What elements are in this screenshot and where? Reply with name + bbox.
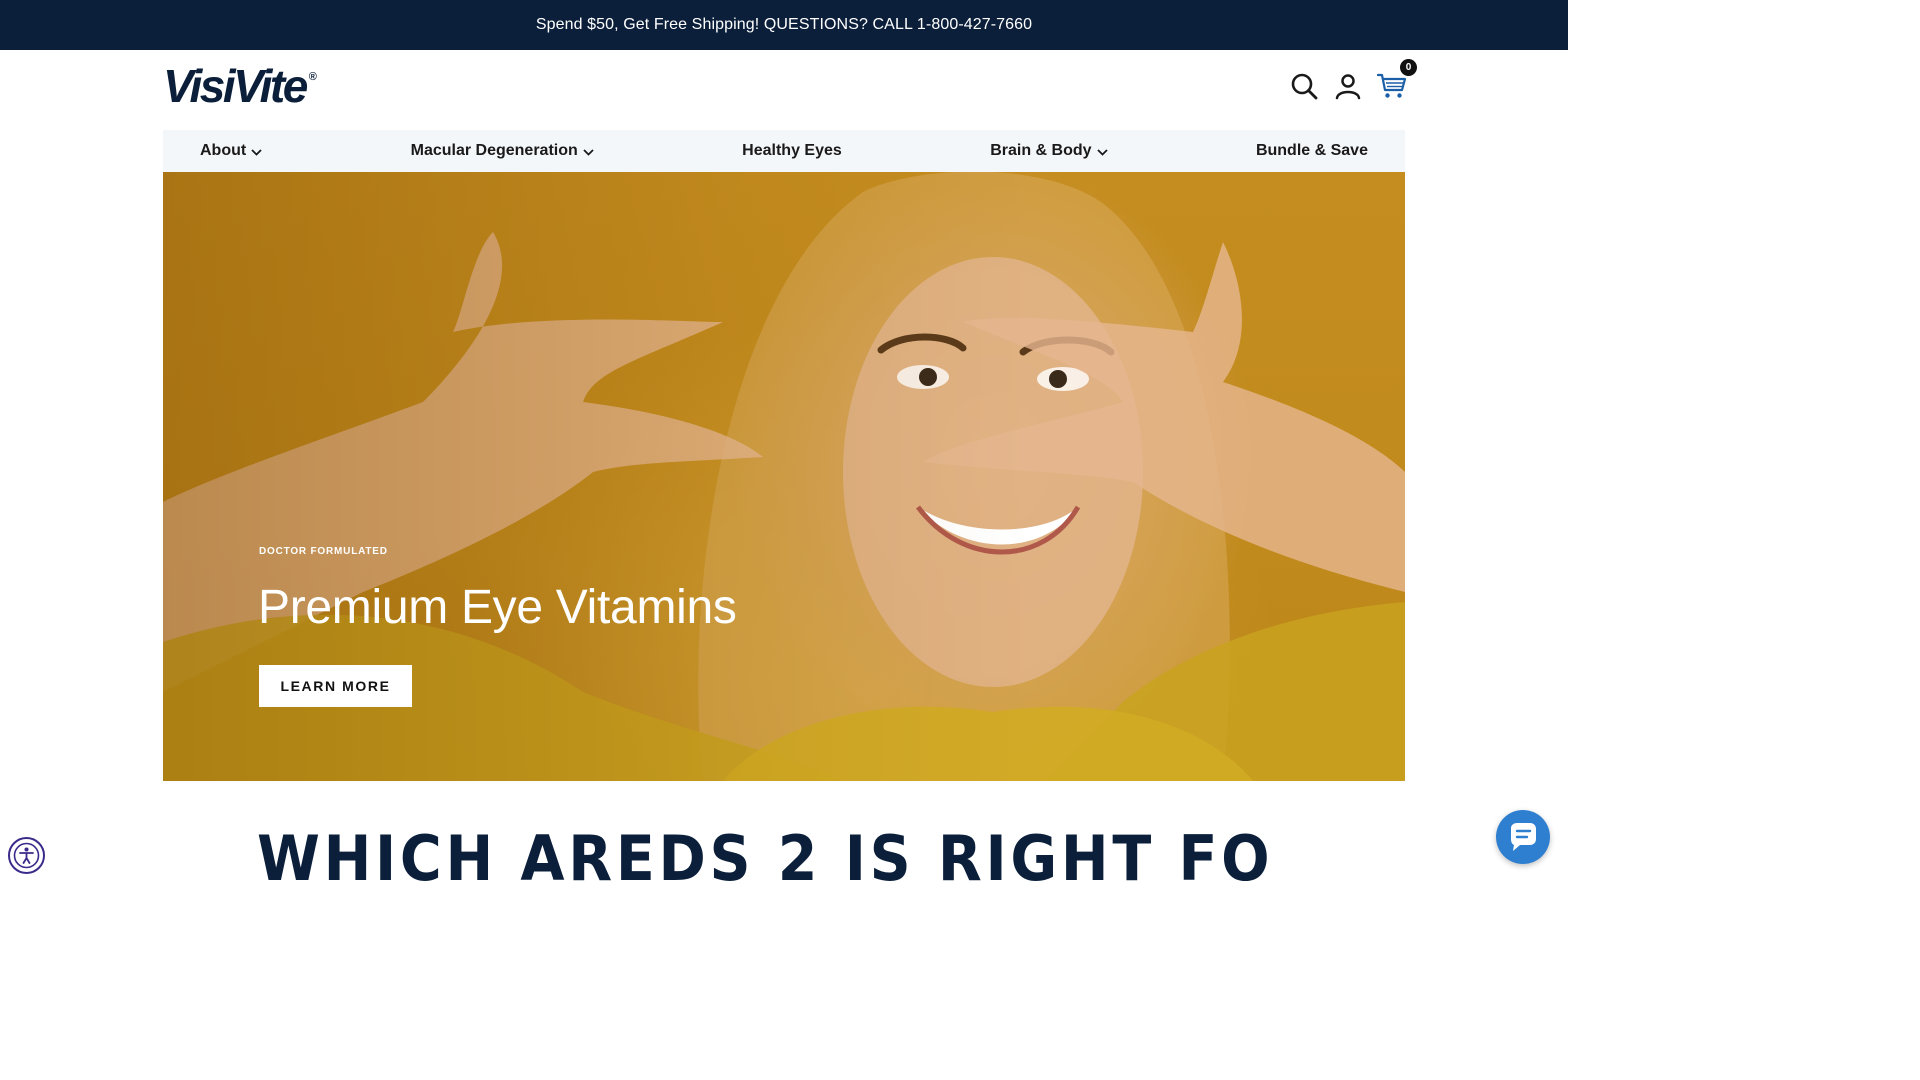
chevron-down-icon xyxy=(583,148,594,156)
nav-label: About xyxy=(200,142,247,159)
header-icons: 0 xyxy=(1288,59,1420,104)
brand-logo[interactable]: VisiVite ® xyxy=(163,62,317,110)
registered-mark: ® xyxy=(308,71,317,83)
chevron-down-icon xyxy=(1096,148,1108,156)
chat-button[interactable] xyxy=(1496,810,1550,864)
cart-icon[interactable]: 0 xyxy=(1376,59,1417,102)
nav-item-brain-body[interactable]: Brain & Body xyxy=(990,142,1108,160)
main-nav: About Macular Degeneration Healthy Eyes … xyxy=(163,130,1405,172)
nav-label: Macular Degeneration xyxy=(410,142,578,159)
account-icon[interactable] xyxy=(1332,70,1364,102)
hero-title: Premium Eye Vitamins xyxy=(258,581,737,634)
accessibility-button[interactable] xyxy=(8,837,45,874)
nav-item-bundle-save[interactable]: Bundle & Save xyxy=(1256,142,1368,160)
nav-item-healthy-eyes[interactable]: Healthy Eyes xyxy=(742,142,842,160)
hero-banner: DOCTOR FORMULATED Premium Eye Vitamins L… xyxy=(163,172,1405,781)
hero-eyebrow: DOCTOR FORMULATED xyxy=(259,546,388,557)
chevron-down-icon xyxy=(251,148,262,156)
nav-label: Healthy Eyes xyxy=(742,142,842,159)
cart-count-badge: 0 xyxy=(1400,59,1417,76)
accessibility-icon xyxy=(13,842,40,869)
learn-more-button[interactable]: LEARN MORE xyxy=(259,665,412,707)
chat-icon xyxy=(1511,823,1536,851)
section-title: WHICH AREDS 2 IS RIGHT FOR YOU? xyxy=(257,828,1269,882)
search-icon[interactable] xyxy=(1288,70,1320,102)
nav-item-about[interactable]: About xyxy=(200,142,262,160)
announcement-bar: Spend $50, Get Free Shipping! QUESTIONS?… xyxy=(0,0,1568,50)
announcement-text: Spend $50, Get Free Shipping! QUESTIONS?… xyxy=(535,16,1033,33)
logo-text: VisiVite xyxy=(163,60,308,112)
nav-item-macular-degeneration[interactable]: Macular Degeneration xyxy=(411,142,594,160)
nav-label: Brain & Body xyxy=(990,142,1092,159)
nav-label: Bundle & Save xyxy=(1255,142,1368,159)
